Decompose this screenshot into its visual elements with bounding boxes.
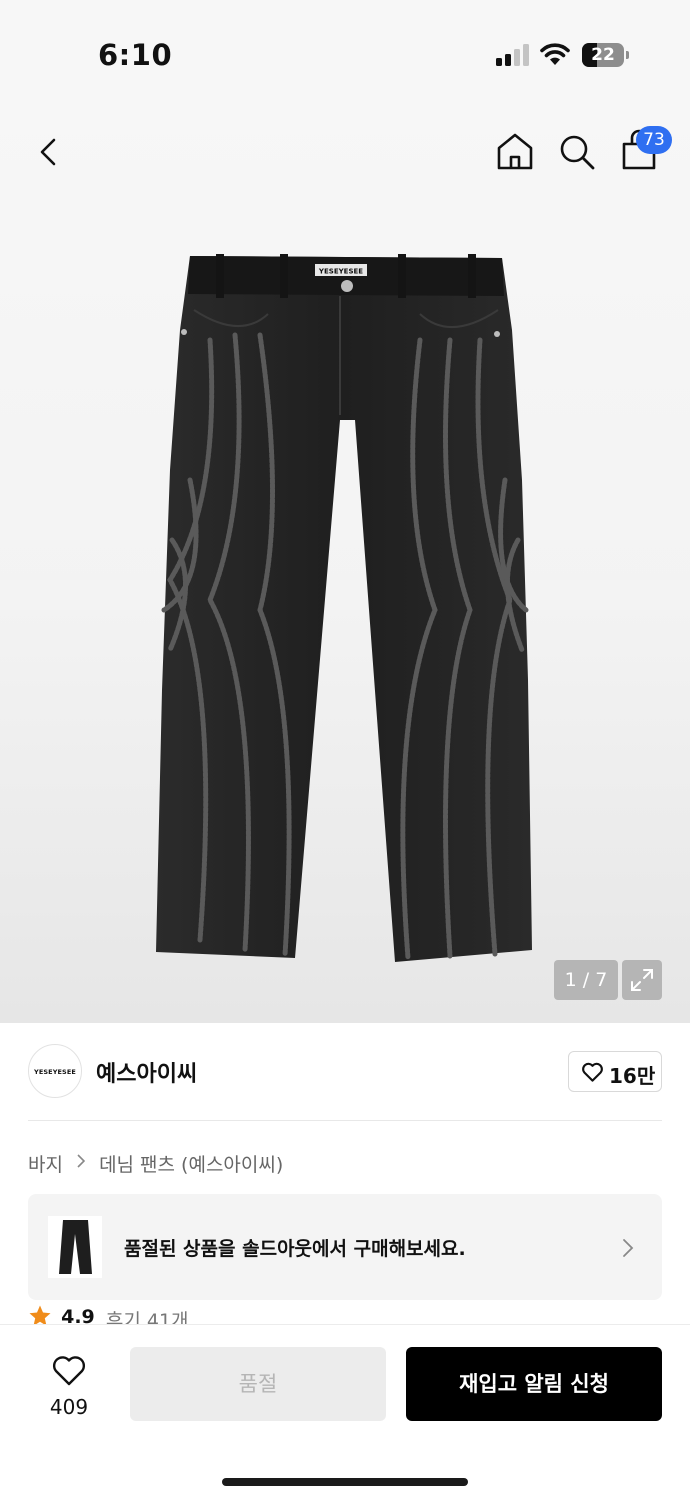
chevron-right-icon [77,1154,86,1168]
battery-icon: 22 [582,43,624,67]
product-image: YESEYESEE [156,254,532,962]
product-thumbnail [48,1216,102,1278]
soldout-banner-text: 품절된 상품을 솔드아웃에서 구매해보세요. [124,1238,466,1260]
expand-icon [631,969,653,991]
heart-outline-icon [52,1356,86,1386]
cart-count-badge: 73 [636,126,672,154]
wishlist-button[interactable]: 409 [40,1355,98,1425]
soldout-button: 품절 [130,1347,386,1421]
breadcrumb-item-pants[interactable]: 바지 [28,1150,63,1177]
search-icon [560,135,595,170]
search-button[interactable] [556,130,598,174]
home-icon [497,133,533,170]
back-button[interactable] [28,128,72,176]
soldout-resale-banner[interactable]: 품절된 상품을 솔드아웃에서 구매해보세요. [28,1194,662,1300]
expand-image-button[interactable] [622,960,662,1000]
product-image-gallery[interactable]: 73 YESEYESEE 1 / 7 [0,100,690,1023]
battery-level: 22 [591,45,615,65]
status-time: 6:10 [98,38,173,72]
restock-alert-button[interactable]: 재입고 알림 신청 [406,1347,662,1421]
chevron-left-icon [40,138,56,166]
waistband-label: YESEYESEE [318,268,363,276]
bottom-action-bar: 409 품절 재입고 알림 신청 [0,1324,690,1500]
breadcrumb: 바지 데님 팬츠 (예스아이씨) [28,1150,283,1177]
divider [28,1120,662,1121]
cellular-signal-icon [496,44,530,66]
brand-like-button[interactable]: 16만 [568,1051,662,1092]
brand-like-count: 16만 [609,1064,656,1088]
home-indicator [222,1478,468,1486]
home-button[interactable] [494,130,536,174]
heart-outline-icon [582,1062,603,1082]
image-counter: 1 / 7 [554,960,618,1000]
chevron-right-icon [623,1239,634,1257]
brand-name[interactable]: 예스아이씨 [96,1056,197,1088]
wifi-icon [540,43,570,65]
breadcrumb-item-denim[interactable]: 데님 팬츠 (예스아이씨) [99,1150,283,1177]
wishlist-count: 409 [49,1395,89,1419]
brand-logo[interactable]: YESEYESEE [28,1044,82,1098]
status-bar: 6:10 22 [0,0,690,100]
